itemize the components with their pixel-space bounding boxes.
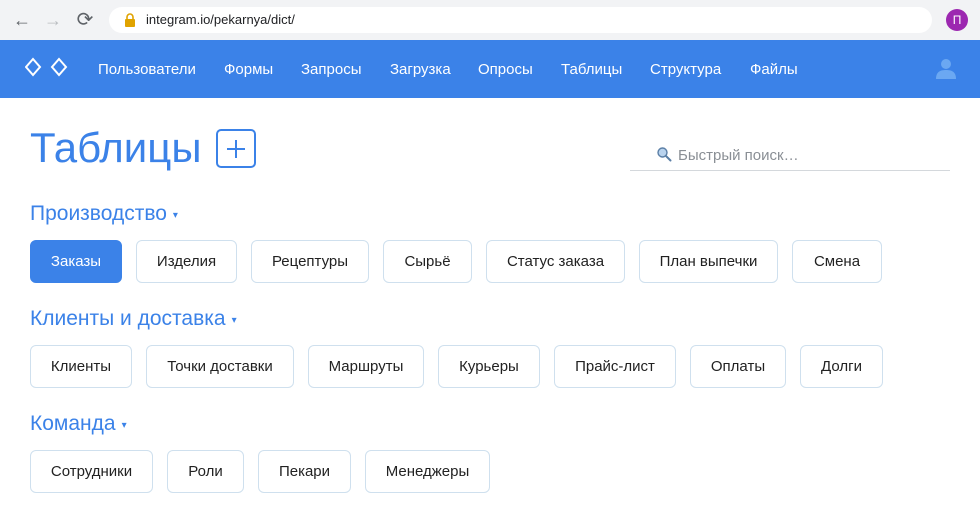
lock-icon — [125, 13, 135, 27]
table-chip-delivery-points[interactable]: Точки доставки — [146, 345, 294, 388]
caret-down-icon: ▾ — [231, 315, 237, 326]
nav-item-structure[interactable]: Структура — [650, 40, 721, 98]
table-chip-raw-materials[interactable]: Сырьё — [383, 240, 472, 283]
browser-toolbar: ← → ⟳ integram.io/pekarnya/dict/ П — [0, 0, 980, 40]
back-button[interactable]: ← — [10, 8, 34, 32]
table-chip-couriers[interactable]: Курьеры — [438, 345, 540, 388]
table-chip-products[interactable]: Изделия — [136, 240, 237, 283]
nav-item-users[interactable]: Пользователи — [98, 40, 196, 98]
table-chip-managers[interactable]: Менеджеры — [365, 450, 490, 493]
nav-item-tables[interactable]: Таблицы — [561, 40, 622, 98]
table-chip-payments[interactable]: Оплаты — [690, 345, 786, 388]
section-team[interactable]: Команда ▾ — [30, 410, 127, 442]
section-clients-delivery[interactable]: Клиенты и доставка ▾ — [30, 305, 237, 337]
reload-button[interactable]: ⟳ — [73, 8, 97, 32]
table-chip-price-list[interactable]: Прайс-лист — [554, 345, 676, 388]
table-chip-orders[interactable]: Заказы — [30, 240, 122, 283]
forward-button[interactable]: → — [41, 8, 65, 32]
profile-avatar[interactable]: П — [946, 9, 968, 31]
table-chip-roles[interactable]: Роли — [167, 450, 244, 493]
table-chip-bakers[interactable]: Пекари — [258, 450, 351, 493]
nav-item-queries[interactable]: Запросы — [301, 40, 362, 98]
table-chip-shift[interactable]: Смена — [792, 240, 882, 283]
address-bar[interactable]: integram.io/pekarnya/dict/ — [109, 7, 932, 33]
table-chip-debts[interactable]: Долги — [800, 345, 883, 388]
add-table-button[interactable] — [216, 129, 256, 168]
table-chip-routes[interactable]: Маршруты — [308, 345, 424, 388]
nav-item-forms[interactable]: Формы — [224, 40, 273, 98]
table-chip-baking-plan[interactable]: План выпечки — [639, 240, 778, 283]
nav-item-upload[interactable]: Загрузка — [390, 40, 451, 98]
quick-search — [630, 140, 950, 171]
nav-item-files[interactable]: Файлы — [750, 40, 798, 98]
url-text: integram.io/pekarnya/dict/ — [146, 12, 295, 27]
section-production[interactable]: Производство ▾ — [30, 200, 178, 232]
table-chip-order-status[interactable]: Статус заказа — [486, 240, 625, 283]
search-icon — [657, 147, 672, 162]
nav-item-surveys[interactable]: Опросы — [478, 40, 533, 98]
page-title: Таблицы — [30, 124, 202, 171]
table-chip-recipes[interactable]: Рецептуры — [251, 240, 369, 283]
search-input[interactable] — [678, 142, 938, 168]
section-title: Производство — [30, 202, 167, 225]
app-navbar: Пользователи Формы Запросы Загрузка Опро… — [0, 40, 980, 98]
section-title: Команда — [30, 412, 116, 435]
section-title: Клиенты и доставка — [30, 307, 226, 330]
table-chip-employees[interactable]: Сотрудники — [30, 450, 153, 493]
table-chip-clients[interactable]: Клиенты — [30, 345, 132, 388]
user-icon[interactable] — [934, 56, 958, 80]
logo-icon[interactable] — [25, 57, 71, 79]
caret-down-icon: ▾ — [121, 420, 127, 431]
caret-down-icon: ▾ — [172, 210, 178, 221]
